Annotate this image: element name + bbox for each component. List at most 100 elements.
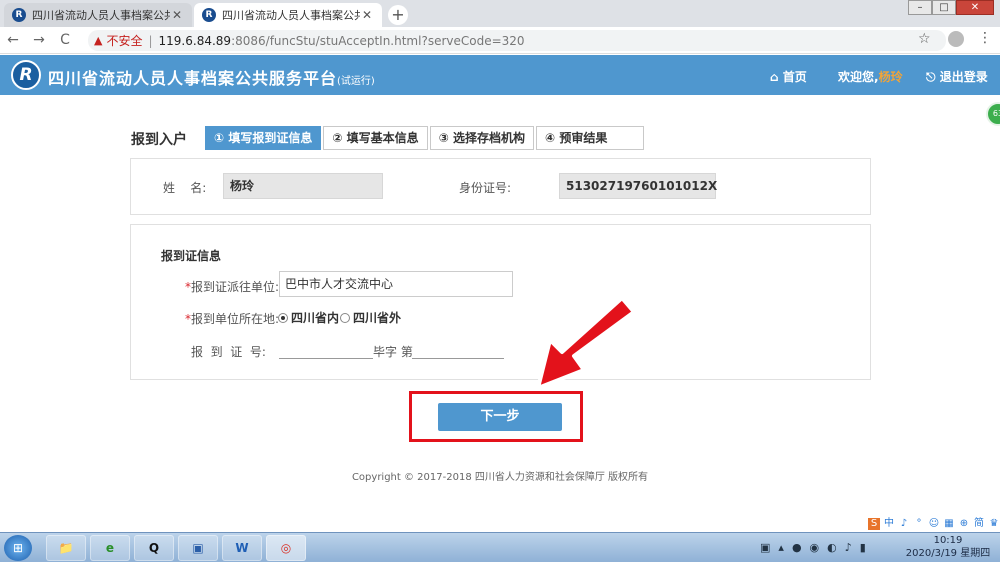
site-subtitle: (试运行) [337, 76, 375, 87]
next-step-button[interactable]: 下一步 [438, 403, 562, 431]
cert-number-input[interactable] [412, 337, 504, 359]
section-title: 报到证信息 [161, 249, 222, 263]
page-title: 报到入户 [131, 132, 187, 148]
address-bar[interactable]: ▲ 不安全 | 119.6.84.89 :8086/funcStu/stuAcc… [88, 30, 946, 51]
unit-input[interactable]: 巴中市人才交流中心 [279, 271, 513, 297]
home-icon: ⌂ [770, 70, 779, 84]
ime-item[interactable]: ⊕ [958, 518, 970, 530]
unit-label: *报到证派往单位: [185, 278, 279, 295]
annotation-arrow-icon [536, 296, 636, 390]
user-name: 杨玲 [878, 70, 903, 84]
security-warning[interactable]: 不安全 [106, 32, 142, 49]
certificate-info-panel: 报到证信息 *报到证派往单位: 巴中市人才交流中心 *报到单位所在地: 四川省内… [130, 224, 871, 380]
tray-signal-icon[interactable]: ▮ [860, 541, 866, 554]
name-label: 姓 名: [163, 181, 207, 195]
tray-volume-icon[interactable]: ♪ [845, 541, 852, 554]
bookmark-star-icon[interactable]: ☆ [918, 31, 931, 47]
ime-toolbar: S 中 ♪ ° ☺ ▦ ⊕ 简 ♛ ✿ [868, 518, 1000, 530]
ime-item[interactable]: ☺ [928, 518, 940, 530]
ime-item[interactable]: 简 [973, 518, 985, 530]
windows-taskbar: ⊞ 📁 e Q ▣ W ◎ ▣ ▴ ● ◉ ◐ ♪ ▮ 10:19 2020/3… [0, 532, 1000, 562]
ime-logo-icon[interactable]: S [868, 518, 880, 530]
id-field: 51302719760101012X [559, 173, 717, 199]
back-button[interactable]: ← [0, 32, 26, 48]
radio-checked-icon [278, 312, 288, 323]
ime-item[interactable]: ♛ [988, 518, 1000, 530]
cert-number-label: 报 到 证 号: [191, 345, 266, 359]
name-field: 杨玲 [223, 173, 383, 199]
step-2: ② 填写基本信息 [323, 126, 428, 150]
forward-button[interactable]: → [26, 32, 52, 48]
step-3: ③ 选择存档机构 [429, 126, 535, 150]
maximize-button[interactable]: □ [932, 0, 956, 15]
radio-sichuan-inside[interactable]: 四川省内 [278, 309, 339, 326]
site-favicon-icon: R [202, 8, 216, 22]
tab-title: 四川省流动人员人事档案公共服务 [222, 9, 360, 22]
radio-unchecked-icon [340, 312, 350, 323]
radio-label: 四川省外 [353, 311, 402, 325]
minimize-button[interactable]: – [908, 0, 932, 15]
unit-label-text: 报到证派往单位: [191, 280, 280, 294]
welcome-label: 欢迎您, [838, 70, 879, 84]
window-controls: – □ ✕ [908, 0, 994, 15]
ime-item[interactable]: 中 [883, 518, 895, 530]
tray-ime-icon[interactable]: ▣ [760, 541, 770, 554]
browser-toolbar: ← → C ▲ 不安全 | 119.6.84.89 :8086/funcStu/… [0, 27, 1000, 54]
site-logo-icon: R [11, 60, 41, 90]
browser-tab-1[interactable]: R 四川省流动人员人事档案公共服务 ✕ [4, 3, 192, 27]
home-label: 首页 [782, 70, 807, 84]
taskbar-explorer-icon[interactable]: 📁 [46, 535, 86, 561]
cert-prefix-input[interactable] [279, 337, 373, 359]
logout-link[interactable]: ⎋ 退出登录 [926, 68, 988, 85]
start-button[interactable]: ⊞ [4, 535, 32, 561]
tray-expand-icon[interactable]: ▴ [778, 541, 784, 554]
home-link[interactable]: ⌂ 首页 [770, 68, 807, 85]
clock-date: 2020/3/19 星期四 [905, 548, 991, 559]
radio-sichuan-outside[interactable]: 四川省外 [340, 309, 401, 326]
profile-avatar-icon[interactable] [948, 31, 964, 47]
reload-button[interactable]: C [52, 32, 78, 48]
divider: | [148, 33, 153, 48]
url-host: 119.6.84.89 [158, 33, 232, 48]
new-tab-button[interactable]: + [388, 5, 408, 25]
id-label: 身份证号: [459, 181, 512, 195]
tray-network-icon[interactable]: ◐ [827, 541, 837, 554]
ime-item[interactable]: ° [913, 518, 925, 530]
logout-label: 退出登录 [939, 70, 988, 84]
taskbar-word-icon[interactable]: W [222, 535, 262, 561]
step-1: ① 填写报到证信息 [205, 126, 322, 150]
step-indicator: ① 填写报到证信息 ② 填写基本信息 ③ 选择存档机构 ④ 预审结果 [205, 126, 646, 150]
tray-security-icon[interactable]: ◉ [810, 541, 820, 554]
taskbar-remote-icon[interactable]: ▣ [178, 535, 218, 561]
system-tray: ▣ ▴ ● ◉ ◐ ♪ ▮ [760, 541, 866, 554]
site-header: R 四川省流动人员人事档案公共服务平台(试运行) ⌂ 首页 欢迎您,杨玲 ⎋ 退… [0, 55, 1000, 95]
ime-item[interactable]: ▦ [943, 518, 955, 530]
taskbar-chrome-icon[interactable]: ◎ [266, 535, 306, 561]
welcome-text: 欢迎您,杨玲 [838, 68, 903, 85]
site-favicon-icon: R [12, 8, 26, 22]
ime-item[interactable]: ♪ [898, 518, 910, 530]
tab-close-icon[interactable]: ✕ [360, 8, 374, 22]
taskbar-ie-icon[interactable]: e [90, 535, 130, 561]
logout-icon: ⎋ [926, 70, 936, 84]
tab-title: 四川省流动人员人事档案公共服务 [32, 9, 170, 22]
tab-close-icon[interactable]: ✕ [170, 8, 184, 22]
taskbar-qq-icon[interactable]: Q [134, 535, 174, 561]
location-label-text: 报到单位所在地: [191, 312, 280, 326]
kebab-menu-icon[interactable]: ⋮ [978, 30, 992, 46]
person-info-panel: 姓 名: 杨玲 身份证号: 51302719760101012X [130, 158, 871, 215]
tray-qq-icon[interactable]: ● [792, 541, 802, 554]
window-close-button[interactable]: ✕ [956, 0, 994, 15]
browser-tab-2[interactable]: R 四川省流动人员人事档案公共服务 ✕ [194, 3, 382, 27]
step-4: ④ 预审结果 [536, 126, 645, 150]
site-title: 四川省流动人员人事档案公共服务平台(试运行) [48, 65, 375, 89]
taskbar-clock[interactable]: 10:19 2020/3/19 星期四 [900, 534, 996, 560]
radio-label: 四川省内 [291, 311, 340, 325]
browser-tabstrip: R 四川省流动人员人事档案公共服务 ✕ R 四川省流动人员人事档案公共服务 ✕ … [0, 0, 1000, 27]
clock-time: 10:19 [933, 535, 963, 546]
cert-middle-label: 毕字 第 [373, 345, 413, 359]
footer-copyright: Copyright © 2017-2018 四川省人力资源和社会保障厅 版权所有 [351, 472, 649, 483]
warning-triangle-icon: ▲ [94, 34, 103, 47]
floating-badge[interactable]: 63 [986, 102, 1000, 126]
url-path: :8086/funcStu/stuAcceptIn.html?serveCode… [231, 33, 525, 48]
